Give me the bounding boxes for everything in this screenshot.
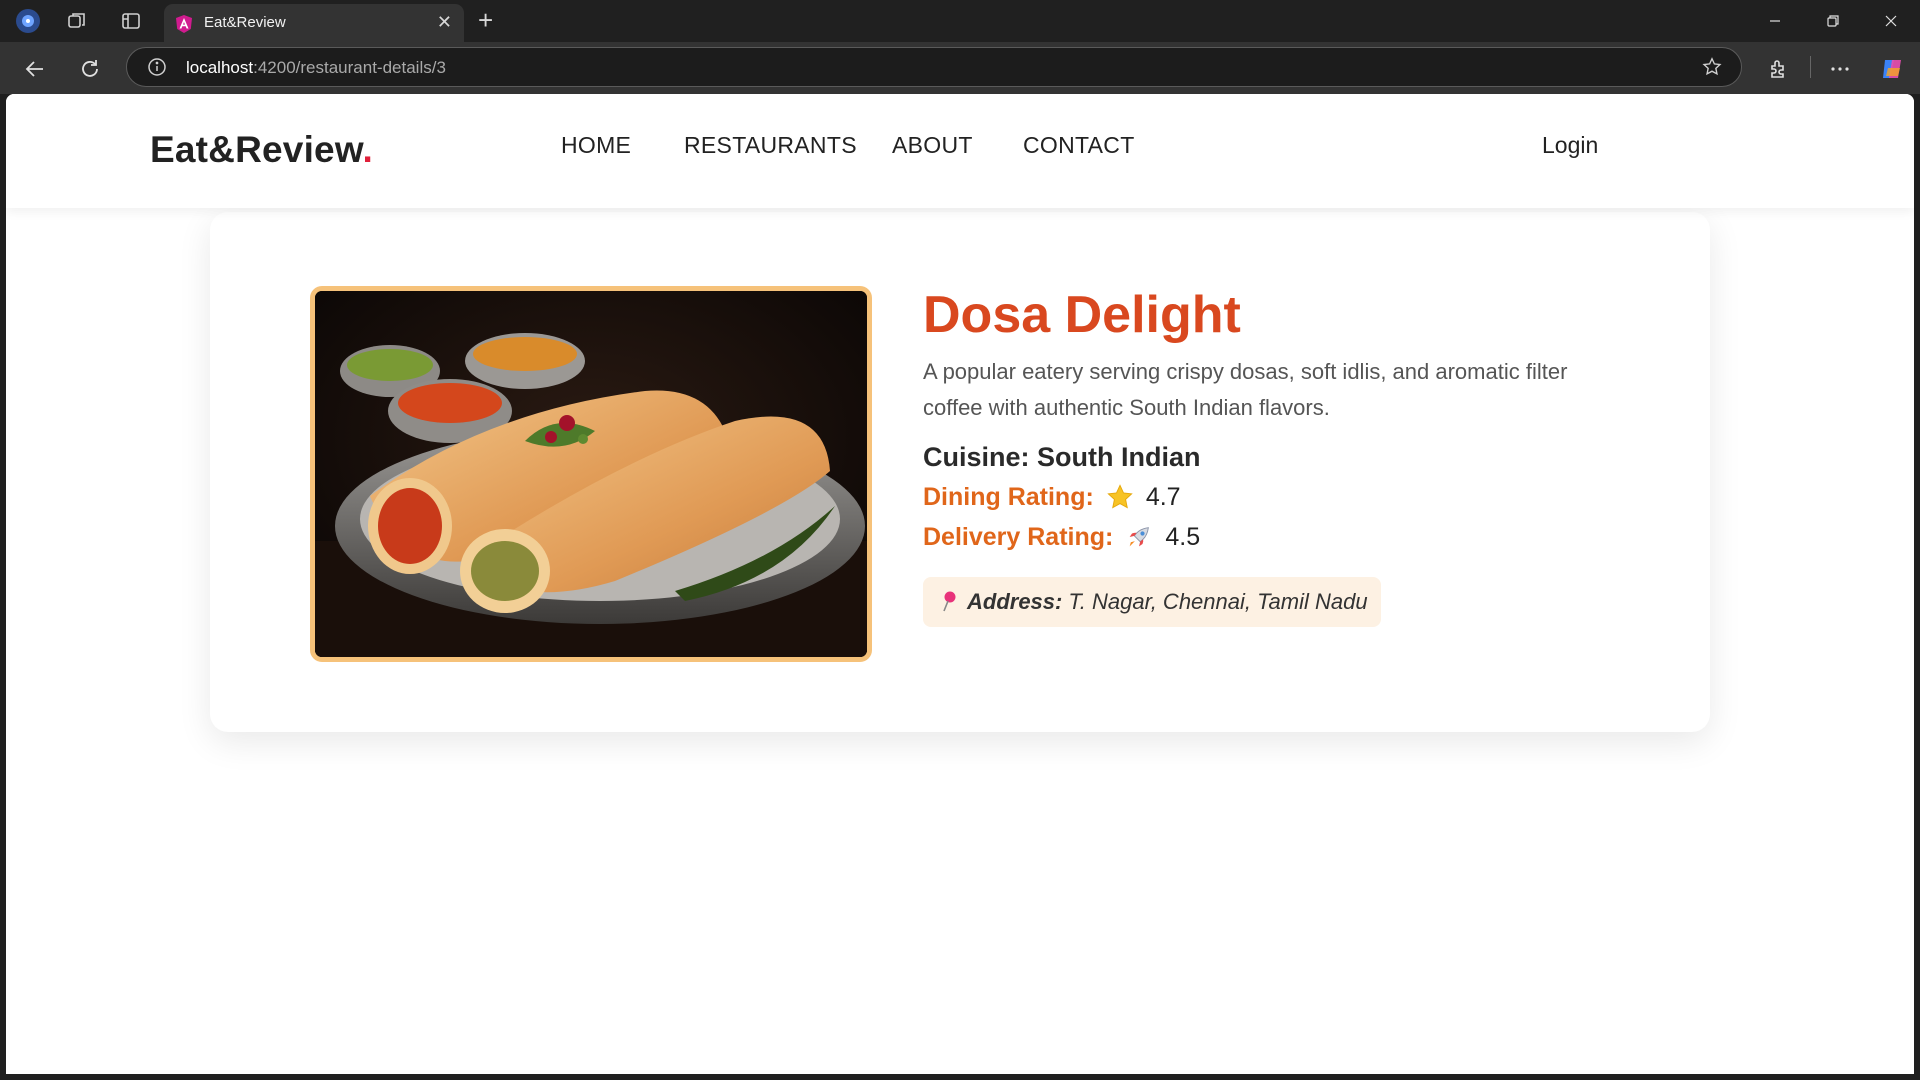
close-tab-icon[interactable]: ✕ <box>437 12 452 33</box>
brand-logo[interactable]: Eat&Review. <box>150 129 373 171</box>
angular-favicon-icon <box>176 15 192 33</box>
workspaces-icon[interactable] <box>64 8 90 34</box>
site-header: Eat&Review. HOME RESTAURANTS ABOUT CONTA… <box>6 94 1914 208</box>
nav-link-restaurants[interactable]: RESTAURANTS <box>684 132 857 159</box>
restaurant-name: Dosa Delight <box>923 286 1241 344</box>
dining-rating-label: Dining Rating: <box>923 483 1094 511</box>
browser-titlebar: Eat&Review ✕ + <box>0 0 1920 42</box>
rocket-icon <box>1130 527 1150 547</box>
restaurant-details-card: Dosa Delight A popular eatery serving cr… <box>210 212 1710 732</box>
star-icon <box>1107 484 1133 509</box>
brand-name: Eat&Review <box>150 129 363 170</box>
restaurant-photo <box>310 286 872 662</box>
profile-avatar-icon[interactable] <box>15 8 41 34</box>
url-text[interactable]: localhost:4200/restaurant-details/3 <box>186 58 446 78</box>
restaurant-info: Dosa Delight A popular eatery serving cr… <box>923 284 1623 627</box>
url-host: localhost <box>186 58 254 77</box>
minimize-icon[interactable] <box>1760 8 1790 34</box>
nav-link-about[interactable]: ABOUT <box>892 132 973 159</box>
page-viewport: Eat&Review. HOME RESTAURANTS ABOUT CONTA… <box>6 94 1914 1074</box>
pushpin-icon <box>943 591 956 612</box>
close-window-icon[interactable] <box>1876 8 1906 34</box>
delivery-rating-row: Delivery Rating: 4.5 <box>923 521 1623 553</box>
active-tab[interactable]: Eat&Review ✕ <box>164 4 464 42</box>
address-label: Address: <box>967 589 1063 614</box>
refresh-icon[interactable] <box>75 54 105 84</box>
cuisine-row: Cuisine: South Indian <box>923 442 1623 473</box>
site-info-icon[interactable] <box>147 57 167 77</box>
dining-rating-row: Dining Rating: 4.7 <box>923 481 1623 513</box>
back-arrow-icon[interactable] <box>20 54 50 84</box>
favorite-star-icon[interactable] <box>1701 56 1723 78</box>
restaurant-description: A popular eatery serving crispy dosas, s… <box>923 359 1568 420</box>
tab-title: Eat&Review <box>204 14 286 31</box>
cuisine-label: Cuisine: <box>923 442 1030 472</box>
extensions-icon[interactable] <box>1764 54 1794 84</box>
address-bar[interactable]: localhost:4200/restaurant-details/3 <box>126 47 1742 87</box>
brand-dot: . <box>362 129 373 170</box>
cuisine-value: South Indian <box>1037 442 1201 472</box>
restore-icon[interactable] <box>1818 8 1848 34</box>
address-box: Address: T. Nagar, Chennai, Tamil Nadu <box>923 577 1381 627</box>
url-path: :4200/restaurant-details/3 <box>253 58 446 77</box>
vertical-tabs-icon[interactable] <box>118 8 144 34</box>
nav-link-contact[interactable]: CONTACT <box>1023 132 1135 159</box>
delivery-rating-label: Delivery Rating: <box>923 523 1114 551</box>
new-tab-button[interactable]: + <box>478 7 493 33</box>
nav-link-home[interactable]: HOME <box>561 132 631 159</box>
address-value: T. Nagar, Chennai, Tamil Nadu <box>1068 589 1368 614</box>
toolbar-separator <box>1810 56 1811 78</box>
more-menu-icon[interactable] <box>1825 54 1855 84</box>
dining-rating-value: 4.7 <box>1145 483 1181 511</box>
browser-toolbar: localhost:4200/restaurant-details/3 <box>0 42 1920 94</box>
delivery-rating-value: 4.5 <box>1165 523 1201 551</box>
login-link[interactable]: Login <box>1542 132 1598 159</box>
copilot-icon[interactable] <box>1877 54 1907 84</box>
